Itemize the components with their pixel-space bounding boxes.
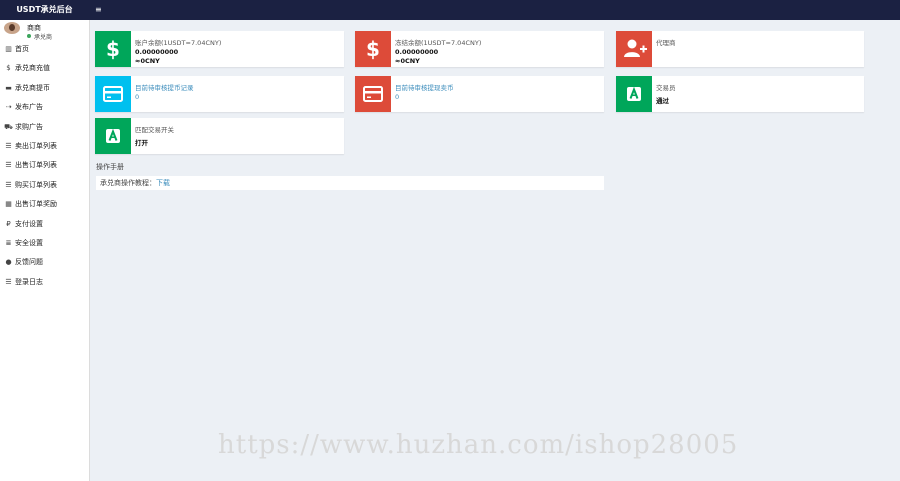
watermark: https://www.huzhan.com/ishop28005 <box>218 430 739 460</box>
grid-icon: ▦ <box>5 200 12 209</box>
list-icon: ☰ <box>5 141 12 150</box>
card-title: 账户余额(1USDT=7.04CNY) <box>135 39 222 47</box>
card-value: 0.00000000 <box>395 48 439 56</box>
card-title: 交易员 <box>656 84 676 92</box>
sidebar-item-label: 购买订单列表 <box>15 180 57 189</box>
pay-icon: ₽ <box>6 219 11 228</box>
card-value: 0 <box>135 93 140 101</box>
card-title-link[interactable]: 目前待审核提币记录 <box>135 82 194 92</box>
sidebar-item-recharge[interactable]: $ 承兑商充值 <box>0 59 89 78</box>
card-value: 打开 <box>135 139 148 147</box>
sidebar-item-sale-orders[interactable]: ☰ 出售订单列表 <box>0 156 89 175</box>
bar-chart-icon: ▥ <box>5 45 12 53</box>
dollar-icon: $ <box>355 31 391 67</box>
sidebar-item-login-log[interactable]: ☰ 登录日志 <box>0 273 89 292</box>
avatar <box>4 22 20 34</box>
list-icon: ☰ <box>5 277 12 286</box>
manual-box: 承兑商操作教程：下载 <box>96 176 604 190</box>
card-value-cny: ≈0CNY <box>395 57 420 65</box>
sidebar-item-home[interactable]: ▥ 首页 <box>0 40 89 59</box>
top-bar: USDT承兑后台 ≡ <box>0 0 900 20</box>
sidebar-item-security-settings[interactable]: ≣ 安全设置 <box>0 234 89 253</box>
sidebar-item-withdraw[interactable]: ▬ 承兑商提币 <box>0 79 89 98</box>
cart-icon: ⛟ <box>4 122 13 131</box>
sidebar-item-label: 首页 <box>15 45 29 53</box>
a-badge-icon <box>95 118 131 154</box>
sidebar-item-label: 出售订单奖励 <box>15 200 57 209</box>
card-title: 冻结余额(1USDT=7.04CNY) <box>395 39 482 47</box>
sidebar-item-label: 卖出订单列表 <box>15 141 57 150</box>
card-title: 匹配交易开关 <box>135 126 174 134</box>
card-value-cny: ≈0CNY <box>135 57 160 65</box>
sidebar-item-label: 反馈问题 <box>15 258 43 267</box>
list-icon: ☰ <box>5 161 12 170</box>
sidebar-item-label: 支付设置 <box>15 219 43 228</box>
dollar-icon: $ <box>95 31 131 67</box>
card-title-link[interactable]: 目前待审核提现卖币 <box>395 82 454 92</box>
sidebar-item-order-rewards[interactable]: ▦ 出售订单奖励 <box>0 195 89 214</box>
sidebar-item-purchase-orders[interactable]: ☰ 购买订单列表 <box>0 176 89 195</box>
card-trader: 交易员 通过 <box>616 76 864 112</box>
card-match-trade-switch: 匹配交易开关 打开 <box>95 118 344 154</box>
app-title[interactable]: USDT承兑后台 <box>0 0 89 20</box>
comment-icon: ● <box>5 258 12 267</box>
manual-label: 承兑商操作教程： <box>100 179 156 187</box>
sidebar-item-feedback[interactable]: ● 反馈问题 <box>0 253 89 272</box>
sidebar-item-label: 求购广告 <box>15 122 43 131</box>
card-value: 0.00000000 <box>135 48 179 56</box>
list-icon: ☰ <box>5 180 12 189</box>
dollar-icon: $ <box>6 64 11 73</box>
sidebar-item-label: 承兑商提币 <box>15 83 50 92</box>
send-icon: ⇢ <box>5 103 12 112</box>
card-pending-withdrawals[interactable]: 目前待审核提币记录 0 <box>95 76 344 112</box>
user-panel: 商商 承兑商 <box>0 20 89 41</box>
card-account-balance: $ 账户余额(1USDT=7.04CNY) 0.00000000 ≈0CNY <box>95 31 344 67</box>
card-title: 代理商 <box>656 39 676 47</box>
sidebar-item-payment-settings[interactable]: ₽ 支付设置 <box>0 215 89 234</box>
sidebar-item-publish-ad[interactable]: ⇢ 发布广告 <box>0 98 89 117</box>
sidebar-item-label: 承兑商充值 <box>15 64 50 73</box>
sidebar-menu: ▥ 首页 $ 承兑商充值 ▬ 承兑商提币 ⇢ 发布广告 ⛟ 求购广告 ☰ 卖出订单列表 ☰ 出… <box>0 40 89 292</box>
manual-title: 操作手册 <box>96 163 124 171</box>
card-pending-sell[interactable]: 目前待审核提现卖币 0 <box>355 76 604 112</box>
sidebar-item-label: 出售订单列表 <box>15 161 57 170</box>
card-value: 0 <box>395 93 400 101</box>
credit-card-icon <box>355 76 391 112</box>
sidebar-item-sell-orders[interactable]: ☰ 卖出订单列表 <box>0 137 89 156</box>
card-icon: ▬ <box>5 83 12 92</box>
sidebar-item-label: 登录日志 <box>15 277 43 286</box>
manual-download-link[interactable]: 下载 <box>156 179 170 187</box>
sidebar-item-label: 发布广告 <box>15 103 43 112</box>
card-frozen-balance: $ 冻结余额(1USDT=7.04CNY) 0.00000000 ≈0CNY <box>355 31 604 67</box>
card-agent: 代理商 <box>616 31 864 67</box>
sidebar: 商商 承兑商 ▥ 首页 $ 承兑商充值 ▬ 承兑商提币 ⇢ 发布广告 ⛟ 求购广告 ☰ 卖出… <box>0 20 90 481</box>
sidebar-item-label: 安全设置 <box>15 238 43 247</box>
sidebar-item-buy-ad[interactable]: ⛟ 求购广告 <box>0 118 89 137</box>
credit-card-icon <box>95 76 131 112</box>
card-value: 通过 <box>656 97 669 105</box>
online-dot-icon <box>27 34 31 38</box>
menu-toggle-icon[interactable]: ≡ <box>95 4 103 16</box>
a-badge-icon <box>616 76 652 112</box>
settings-icon: ≣ <box>5 238 12 247</box>
user-add-icon <box>616 31 652 67</box>
